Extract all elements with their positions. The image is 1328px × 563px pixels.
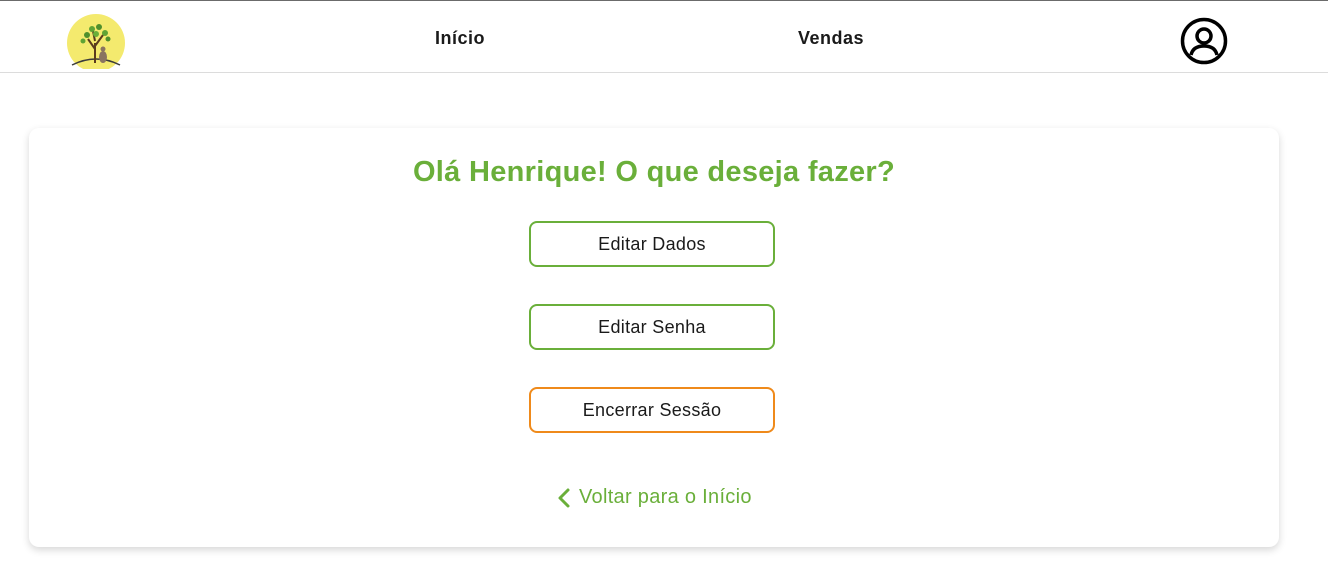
- user-circle-icon[interactable]: [1180, 17, 1228, 65]
- page-title: Olá Henrique! O que deseja fazer?: [412, 156, 896, 188]
- back-link-label: Voltar para o Início: [579, 486, 752, 508]
- logout-button[interactable]: Encerrar Sessão: [529, 387, 775, 433]
- nav-link-vendas[interactable]: Vendas: [798, 28, 864, 49]
- edit-data-button[interactable]: Editar Dados: [529, 221, 775, 267]
- tree-logo-icon[interactable]: [66, 13, 126, 69]
- nav-link-inicio[interactable]: Início: [435, 28, 485, 49]
- back-to-home-link[interactable]: Voltar para o Início: [557, 486, 752, 509]
- chevron-left-icon: [557, 487, 571, 509]
- account-options-card: Olá Henrique! O que deseja fazer? Editar…: [29, 128, 1279, 547]
- edit-password-button[interactable]: Editar Senha: [529, 304, 775, 350]
- top-navbar: Início Vendas: [0, 1, 1328, 73]
